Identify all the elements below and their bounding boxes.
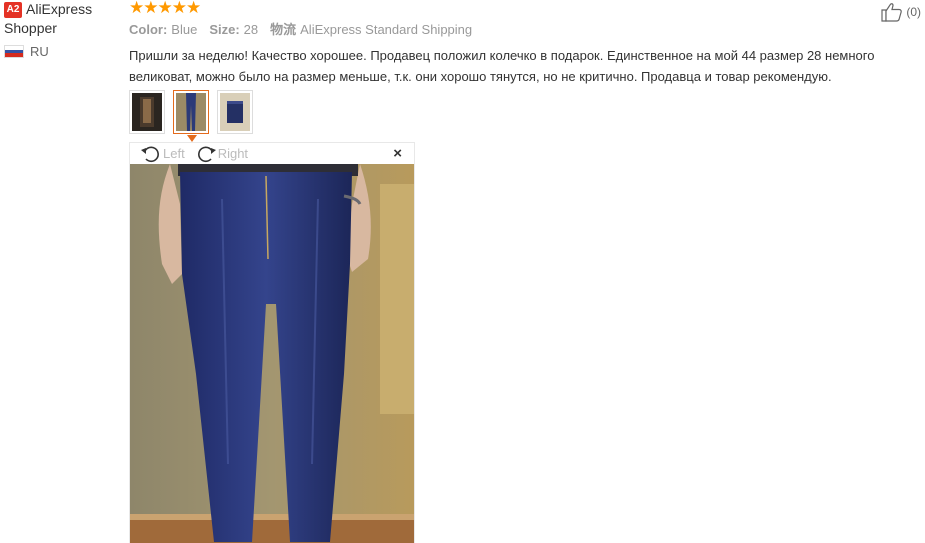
helpful-button[interactable]: (0) [880, 2, 921, 22]
rotate-right-icon [197, 146, 216, 162]
photo-thumbnail[interactable] [129, 90, 165, 134]
shipping-label: 物流 [270, 22, 297, 37]
russia-flag-icon [4, 45, 24, 58]
thumbs-up-icon [881, 3, 903, 22]
helpful-count: (0) [906, 5, 921, 19]
review-photo-thumbnails [129, 90, 253, 142]
size-value: 28 [243, 22, 259, 37]
color-label: Color: [129, 22, 168, 37]
photo-thumbnail-active[interactable] [173, 90, 209, 142]
color-value: Blue [171, 22, 198, 37]
rotate-right-button[interactable]: Right [195, 144, 248, 164]
review-photo-large [130, 164, 414, 543]
photo-thumbnail[interactable] [217, 90, 253, 134]
reviewer-country: RU [4, 44, 124, 59]
photo-viewer: Left Right × [129, 142, 415, 543]
reviewer-info: A2 AliExpress Shopper RU [4, 0, 124, 59]
shipping-value: AliExpress Standard Shipping [300, 22, 473, 37]
star-rating: ★★★★★ [129, 0, 201, 17]
rotate-left-button[interactable]: Left [140, 144, 185, 164]
reviewer-name: AliExpress Shopper [4, 1, 93, 36]
active-thumbnail-pointer [187, 135, 197, 142]
review-text: Пришли за неделю! Качество хорошее. Прод… [129, 48, 875, 84]
review-photo-image [130, 164, 414, 543]
rotate-left-icon [141, 146, 159, 162]
user-level-badge: A2 [4, 2, 22, 18]
review-content: ★★★★★ Color: Blue Size: 28 物流 AliExpress St… [129, 0, 919, 87]
close-viewer-button[interactable]: × [393, 146, 402, 161]
viewer-toolbar: Left Right × [130, 143, 414, 164]
size-label: Size: [209, 22, 240, 37]
order-info: Color: Blue Size: 28 物流 AliExpress Standard… [129, 21, 919, 39]
